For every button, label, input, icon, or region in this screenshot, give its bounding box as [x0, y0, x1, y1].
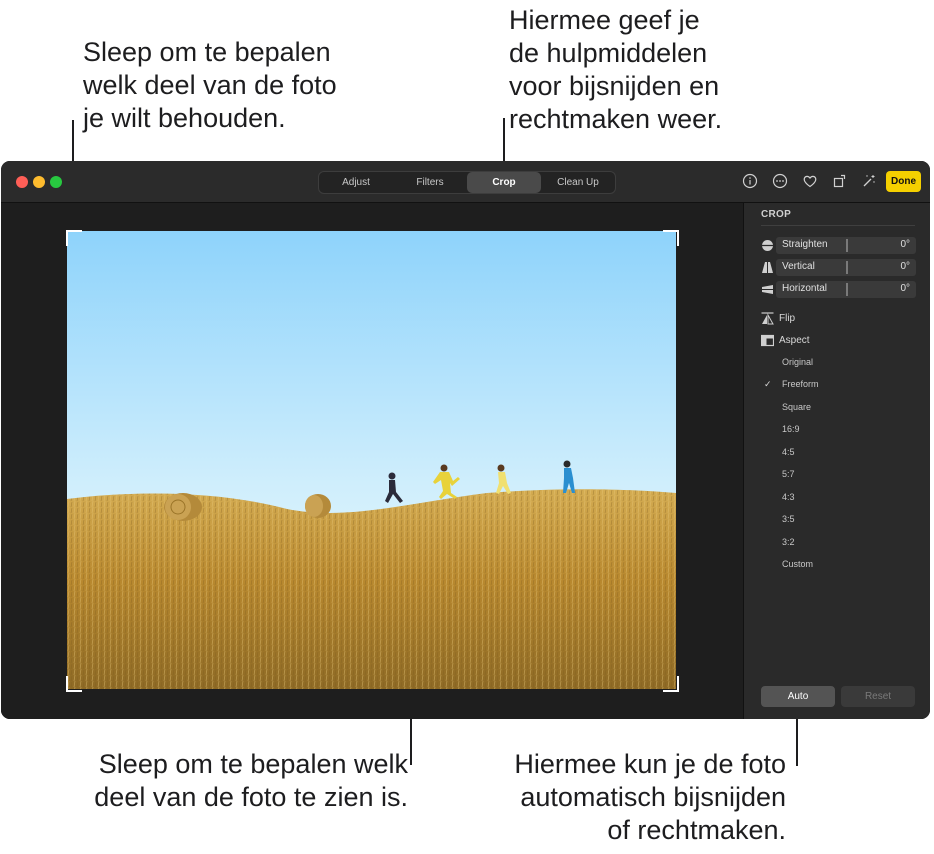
aspect-option-square[interactable]: Square — [782, 402, 811, 412]
aspect-option-5-7[interactable]: 5:7 — [782, 469, 795, 479]
slider-track: Straighten 0° — [776, 237, 916, 254]
slider-value: 0° — [900, 239, 910, 250]
slider-indicator[interactable] — [846, 239, 848, 252]
slider-value: 0° — [900, 283, 910, 294]
tab-filters[interactable]: Filters — [393, 172, 467, 193]
slider-track: Vertical 0° — [776, 259, 916, 276]
crop-handle-bottom-right[interactable] — [663, 676, 679, 692]
edit-mode-tabs: Adjust Filters Crop Clean Up — [318, 171, 616, 194]
flip-icon — [761, 311, 774, 324]
horizontal-icon — [762, 285, 773, 294]
aspect-option-3-2[interactable]: 3:2 — [782, 537, 795, 547]
heart-icon[interactable] — [802, 173, 818, 189]
minimize-button[interactable] — [33, 176, 45, 188]
flip-label: Flip — [779, 312, 796, 324]
flip-button[interactable]: Flip — [761, 310, 795, 326]
tab-crop[interactable]: Crop — [467, 172, 541, 193]
vertical-icon — [762, 262, 773, 273]
slider-value: 0° — [900, 261, 910, 272]
slider-label: Vertical — [782, 261, 815, 272]
crop-sidebar: CROP Straighten 0° Vertical 0° Horizonta… — [743, 203, 930, 719]
slider-label: Straighten — [782, 239, 828, 250]
rotate-icon[interactable] — [832, 173, 848, 189]
photos-edit-window: Adjust Filters Crop Clean Up Done CROP S… — [1, 161, 930, 719]
hay-bale-right — [305, 494, 331, 518]
aspect-header[interactable]: Aspect — [761, 332, 810, 348]
horizontal-slider[interactable]: Horizontal 0° — [761, 281, 916, 298]
aspect-option-4-5[interactable]: 4:5 — [782, 447, 795, 457]
aspect-option-4-3[interactable]: 4:3 — [782, 492, 795, 502]
crop-handle-top-left[interactable] — [66, 230, 82, 246]
aspect-option-original[interactable]: Original — [782, 357, 813, 367]
aspect-option-freeform[interactable]: Freeform — [782, 379, 819, 389]
divider — [761, 225, 915, 226]
callout-crop-handle: Sleep om te bepalen welk deel van de fot… — [83, 37, 337, 133]
aspect-option-3-5[interactable]: 3:5 — [782, 514, 795, 524]
aspect-icon — [761, 334, 774, 346]
photo[interactable] — [67, 231, 676, 689]
straighten-slider[interactable]: Straighten 0° — [761, 237, 916, 254]
checkmark-icon: ✓ — [764, 379, 772, 389]
info-icon[interactable] — [742, 173, 758, 189]
more-icon[interactable] — [772, 173, 788, 189]
aspect-option-custom[interactable]: Custom — [782, 559, 813, 569]
reset-button[interactable]: Reset — [841, 686, 915, 707]
toolbar: Adjust Filters Crop Clean Up Done — [1, 161, 930, 203]
close-button[interactable] — [16, 176, 28, 188]
callout-auto-button: Hiermee kun je de foto automatisch bijsn… — [514, 749, 786, 845]
auto-button[interactable]: Auto — [761, 686, 835, 707]
aspect-label: Aspect — [779, 334, 810, 346]
aspect-option-16-9[interactable]: 16:9 — [782, 424, 800, 434]
zoom-button[interactable] — [50, 176, 62, 188]
sidebar-title: CROP — [761, 209, 792, 220]
photo-image — [67, 231, 676, 689]
hay-bale-left — [164, 493, 202, 521]
magic-wand-icon[interactable] — [861, 173, 877, 189]
slider-indicator[interactable] — [846, 261, 848, 274]
callout-crop-tab: Hiermee geef je de hulpmiddelen voor bij… — [509, 5, 723, 134]
tab-adjust[interactable]: Adjust — [319, 172, 393, 193]
straighten-icon — [761, 240, 774, 251]
slider-indicator[interactable] — [846, 283, 848, 296]
slider-label: Horizontal — [782, 283, 828, 294]
crop-handle-bottom-left[interactable] — [66, 676, 82, 692]
slider-track: Horizontal 0° — [776, 281, 916, 298]
vertical-slider[interactable]: Vertical 0° — [761, 259, 916, 276]
photo-canvas — [1, 203, 743, 719]
crop-handle-top-right[interactable] — [663, 230, 679, 246]
done-button[interactable]: Done — [886, 171, 921, 192]
tab-clean-up[interactable]: Clean Up — [541, 172, 615, 193]
callout-photo-drag: Sleep om te bepalen welk deel van de fot… — [94, 749, 408, 812]
